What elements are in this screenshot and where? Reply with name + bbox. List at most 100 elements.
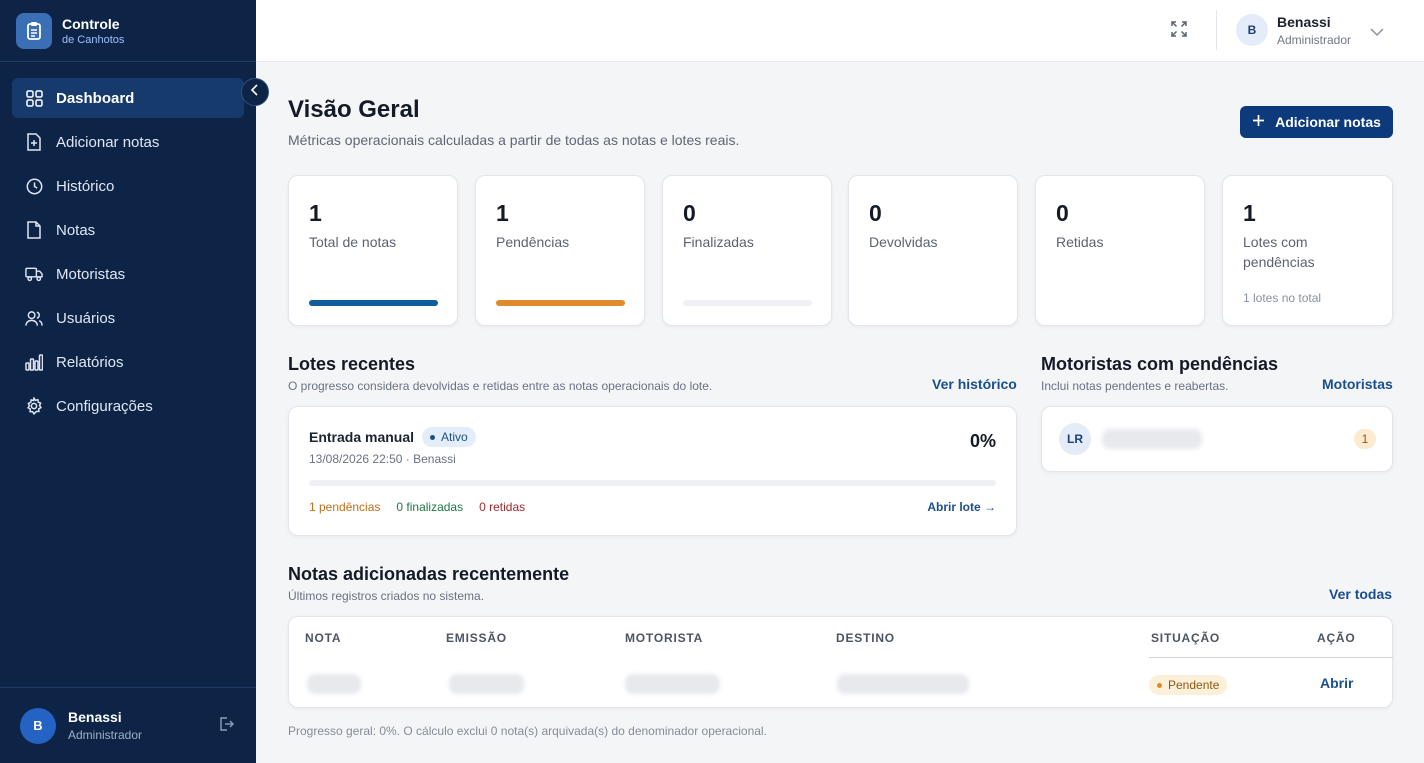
motorista-redacted [625,674,720,694]
destino-redacted [837,674,969,694]
sidebar-item-configuracoes[interactable]: Configurações [12,386,244,426]
avatar: LR [1059,423,1091,455]
abrir-lote-link[interactable]: Abrir lote → [927,500,996,514]
stat-card-pendencias[interactable]: 1 Pendências [475,175,645,326]
column-header-destino[interactable]: DESTINO [836,631,895,645]
sidebar-collapse-button[interactable] [241,78,269,106]
sidebar-item-label: Relatórios [56,353,124,371]
plus-icon [1252,114,1265,130]
lote-progress-bar [309,480,996,486]
stat-card-total-notas[interactable]: 1 Total de notas [288,175,458,326]
column-header-motorista[interactable]: MOTORISTA [625,631,703,645]
sidebar-item-label: Motoristas [56,265,126,283]
motoristas-title: Motoristas com pendências [1041,354,1279,374]
bar-chart-icon [25,353,43,371]
column-header-emissao[interactable]: EMISSÃO [446,631,507,645]
stat-label: Pendências [496,234,570,250]
file-icon [25,221,43,239]
lote-percent: 0% [969,431,996,451]
ver-todas-link[interactable]: Ver todas [1329,586,1392,602]
stat-card-retidas[interactable]: 0 Retidas [1035,175,1205,326]
brand[interactable]: Controle de Canhotos [0,0,256,62]
sidebar-user-role: Administrador [68,728,143,742]
progress-fill [496,300,625,306]
add-notes-button[interactable]: Adicionar notas [1240,106,1393,138]
column-header-acao[interactable]: AÇÃO [1317,631,1356,645]
stat-card-finalizadas[interactable]: 0 Finalizadas [662,175,832,326]
lote-pendencias: 1 pendências [309,500,381,514]
brand-subtitle: de Canhotos [62,33,125,46]
stat-label: Retidas [1056,234,1104,250]
page-subtitle: Métricas operacionais calculadas a parti… [288,132,740,148]
status-dot [430,434,435,440]
truck-icon [25,265,43,283]
sidebar-item-label: Histórico [56,177,115,195]
sidebar-item-adicionar-notas[interactable]: Adicionar notas [12,122,244,162]
status-badge: Ativo [422,427,476,447]
sidebar-item-relatorios[interactable]: Relatórios [12,342,244,382]
sidebar-item-historico[interactable]: Histórico [12,166,244,206]
abrir-nota-link[interactable]: Abrir [1320,675,1353,691]
motoristas-subtitle: Inclui notas pendentes e reabertas. [1041,379,1229,393]
sidebar-item-usuarios[interactable]: Usuários [12,298,244,338]
stat-value: 1 [1243,200,1256,226]
lote-card[interactable]: Entrada manual Ativo 13/08/2026 22:50 · … [288,406,1017,536]
stat-value: 0 [869,200,882,226]
sidebar-item-dashboard[interactable]: Dashboard [12,78,244,118]
gear-icon [25,397,43,415]
stat-label: Total de notas [309,234,397,250]
status-badge-label: Ativo [441,430,468,444]
sidebar-item-motoristas[interactable]: Motoristas [12,254,244,294]
stat-card-devolvidas[interactable]: 0 Devolvidas [848,175,1018,326]
lote-retidas: 0 retidas [479,500,526,514]
pending-count-badge: 1 [1354,429,1376,449]
fullscreen-icon[interactable] [1170,20,1188,43]
notas-table: NOTA EMISSÃO MOTORISTA DESTINO SITUAÇÃO … [288,616,1393,708]
motorista-item[interactable]: LR 1 [1041,406,1393,472]
sidebar-item-label: Notas [56,221,96,239]
stat-value: 0 [1056,200,1069,226]
status-badge: Pendente [1149,675,1228,695]
chevron-down-icon[interactable] [1370,24,1384,42]
notas-title: Notas adicionadas recentemente [288,564,570,584]
stat-label: Finalizadas [683,234,754,250]
progress-footer-note: Progresso geral: 0%. O cálculo exclui 0 … [288,724,767,738]
progress-bar [496,300,625,306]
stat-card-lotes-pendencias[interactable]: 1 Lotes com pendências 1 lotes no total [1222,175,1393,326]
lote-finalizadas: 0 finalizadas [396,500,464,514]
column-header-situacao[interactable]: SITUAÇÃO [1151,631,1220,645]
add-notes-label: Adicionar notas [1275,114,1381,130]
column-header-nota[interactable]: NOTA [305,631,341,645]
sidebar-item-notas[interactable]: Notas [12,210,244,250]
progress-fill [309,300,438,306]
page-title: Visão Geral [288,96,420,123]
lotes-subtitle: O progresso considera devolvidas e retid… [288,379,713,393]
sidebar-nav: Dashboard Adicionar notas Histórico Nota… [0,62,256,426]
stat-value: 1 [496,200,509,226]
topbar: B Benassi Administrador [256,0,1424,62]
sidebar-item-label: Adicionar notas [56,133,160,151]
avatar[interactable]: B [1236,14,1268,46]
sidebar-item-label: Usuários [56,309,116,327]
sidebar-item-label: Dashboard [56,89,135,107]
nota-redacted [307,674,361,694]
progress-bar [309,300,438,306]
topbar-divider [1216,10,1217,50]
clipboard-icon [16,12,52,49]
motoristas-link[interactable]: Motoristas [1322,376,1393,392]
grid-icon [25,89,43,107]
stat-footer: 1 lotes no total [1243,291,1322,305]
stat-value: 0 [683,200,696,226]
status-dot [1157,682,1162,688]
notas-subtitle: Últimos registros criados no sistema. [288,589,485,603]
avatar: B [20,707,56,744]
users-icon [25,309,43,327]
emissao-redacted [449,674,524,694]
logout-icon[interactable] [218,716,234,737]
user-menu[interactable]: Benassi Administrador [1277,14,1351,47]
ver-historico-link[interactable]: Ver histórico [932,376,1017,392]
brand-title: Controle [62,15,120,32]
header-divider [1149,657,1393,658]
sidebar-item-label: Configurações [56,397,153,415]
sidebar-user: B Benassi Administrador [0,687,256,763]
